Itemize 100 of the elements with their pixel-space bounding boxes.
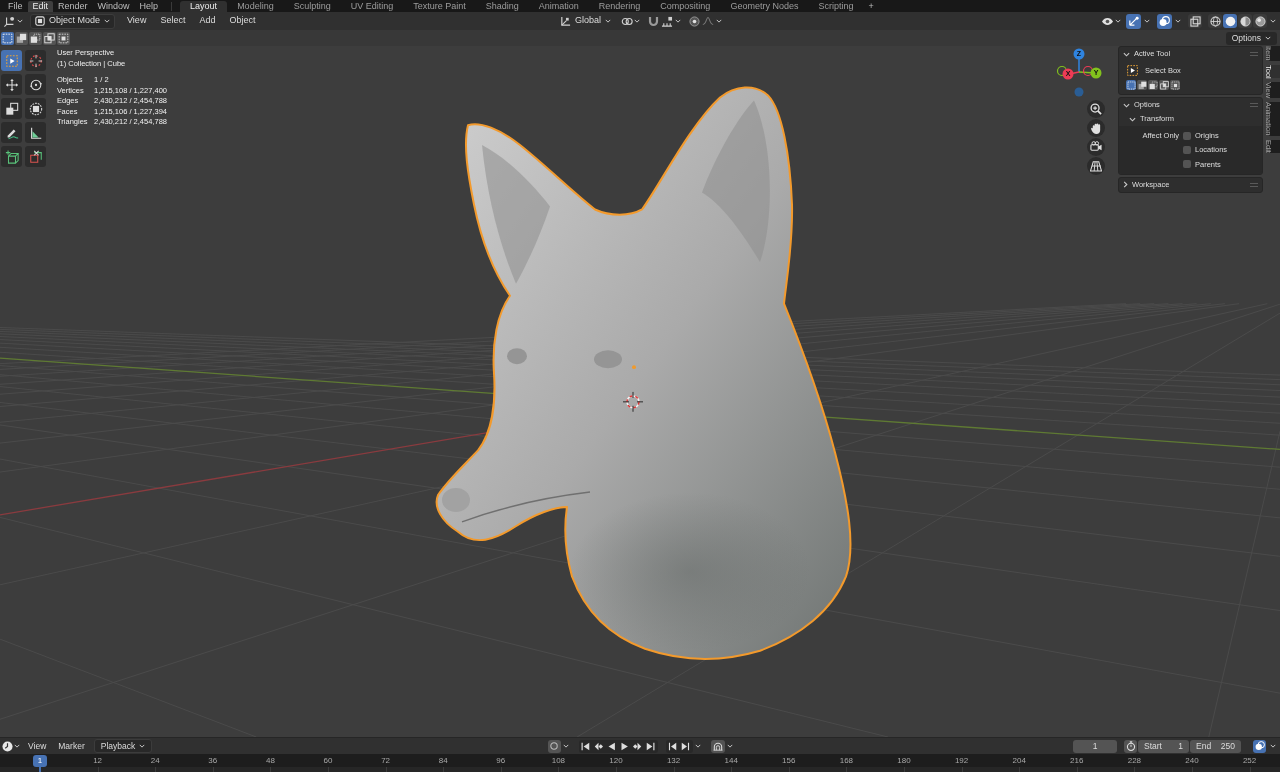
select-mode-button[interactable] [1148,80,1158,90]
cube-scissors-icon [28,149,43,164]
caret-icon [605,19,611,23]
menu-item[interactable]: File [3,1,28,12]
workspace-tab[interactable]: Shading [475,1,529,12]
select-mode-button[interactable] [1159,80,1169,90]
overlay-circles-icon [1159,15,1170,27]
frame-number: 228 [1127,756,1142,766]
gizmo-toggle[interactable] [1126,13,1141,29]
shading-mode-button[interactable] [1223,14,1237,28]
menu-item[interactable]: Object [223,13,262,29]
select-mode-button[interactable] [1170,80,1180,90]
select-mode-button[interactable] [29,31,42,45]
frame-number: 12 [93,756,103,766]
start-frame-field[interactable]: Start 1 [1138,739,1189,753]
playhead[interactable]: 1 [33,755,47,767]
3d-cursor-icon [622,391,644,413]
dashed-square-icon [2,32,13,44]
proportional-dropdown[interactable] [687,13,724,29]
shading-mode-button[interactable] [1238,14,1252,28]
editor-type-button[interactable] [1,739,21,753]
auto-keying-button[interactable] [547,739,561,753]
menu-item[interactable]: View [121,13,153,29]
solid-sphere-icon [1224,15,1236,27]
stopwatch-button[interactable] [1124,739,1137,753]
stopwatch-icon [1125,741,1136,751]
gizmo-arrows-icon [1128,15,1139,27]
zoom-button[interactable] [1087,100,1105,118]
mode-dropdown[interactable]: Object Mode [30,13,116,29]
projection-button[interactable] [1087,157,1105,175]
workspace-tab[interactable]: Compositing [650,1,721,12]
axes-corner-icon [560,15,571,27]
tool-button[interactable] [1,98,22,119]
rotate-ring-icon [28,77,43,92]
toggle-button[interactable] [1253,739,1266,753]
select-mode-button[interactable] [1137,80,1147,90]
menu-item[interactable]: Marker [53,739,90,753]
frame-number: 132 [666,756,681,766]
select-mode-button[interactable] [57,31,70,45]
caret-icon [104,19,111,23]
menu-item[interactable]: Edit [27,1,54,12]
menu-item[interactable]: View [23,739,52,753]
menu-item[interactable]: Render [53,1,93,12]
tool-button[interactable] [1,122,22,143]
bar-play-back-icon [668,741,677,751]
menu-item[interactable]: Help [134,1,164,12]
frame-number: 48 [265,756,275,766]
pan-button[interactable] [1087,119,1105,137]
camera-view-button[interactable] [1087,138,1105,156]
tool-button[interactable] [1,50,22,71]
select-mode-button[interactable] [15,31,28,45]
object-square-icon [35,16,45,26]
select-mode-button[interactable] [1126,80,1136,90]
overlay-circles-icon [1254,741,1265,751]
orientation-dropdown[interactable]: Global [556,13,615,29]
workspace-tab[interactable]: Rendering [588,1,651,12]
menu-item[interactable]: Select [154,13,192,29]
workspace-tab[interactable]: Scripting [808,1,864,12]
xray-toggle[interactable] [1188,14,1202,28]
caret-icon [634,19,640,23]
add-workspace-button[interactable]: + [863,1,879,12]
checkbox[interactable] [1183,131,1191,140]
tool-button[interactable] [1,74,22,95]
workspace-tab[interactable]: Sculpting [283,1,341,12]
end-frame-field[interactable]: End 250 [1190,739,1241,753]
bar-play-forward-icon [681,741,690,751]
keying-set-button[interactable] [710,739,725,753]
invert-squares-icon [1159,80,1169,90]
frame-number: 252 [1242,756,1257,766]
tool-button[interactable] [1,146,22,167]
tool-button[interactable] [25,98,46,119]
field-value: 1 [1178,739,1183,753]
tool-button[interactable] [25,74,46,95]
select-mode-button[interactable] [1,31,14,45]
tool-button[interactable] [25,146,46,167]
shading-mode-button[interactable] [1253,14,1267,28]
menu-item[interactable]: Add [193,13,222,29]
tool-button[interactable] [25,122,46,143]
frame-field[interactable]: 1 [1073,739,1117,753]
overlays-toggle[interactable] [1157,13,1172,29]
workspace-tab[interactable]: Modeling [227,1,284,12]
checkbox[interactable] [1183,145,1191,154]
workspace-tab[interactable]: Animation [528,1,589,12]
half-shaded-sphere-icon [1239,15,1251,27]
caret-icon [17,19,23,23]
select-mode-button[interactable] [43,31,56,45]
transform-circle-icon [28,101,43,116]
workspace-tab[interactable]: Geometry Nodes [720,1,809,12]
workspace-tab[interactable]: Layout [180,1,228,12]
shading-mode-button[interactable] [1208,14,1222,28]
checkbox[interactable] [1183,160,1191,169]
menu-item[interactable]: Window [92,1,135,12]
playback-dropdown[interactable]: Playback [93,739,153,753]
options-dropdown[interactable]: Options [1225,31,1277,45]
overlapping-squares-icon [16,32,27,44]
dashed-square-icon [1126,80,1136,90]
skip-end-icon [646,741,655,751]
workspace-tab[interactable]: UV Editing [340,1,404,12]
workspace-tab[interactable]: Texture Paint [403,1,476,12]
invert-squares-icon [44,32,55,44]
